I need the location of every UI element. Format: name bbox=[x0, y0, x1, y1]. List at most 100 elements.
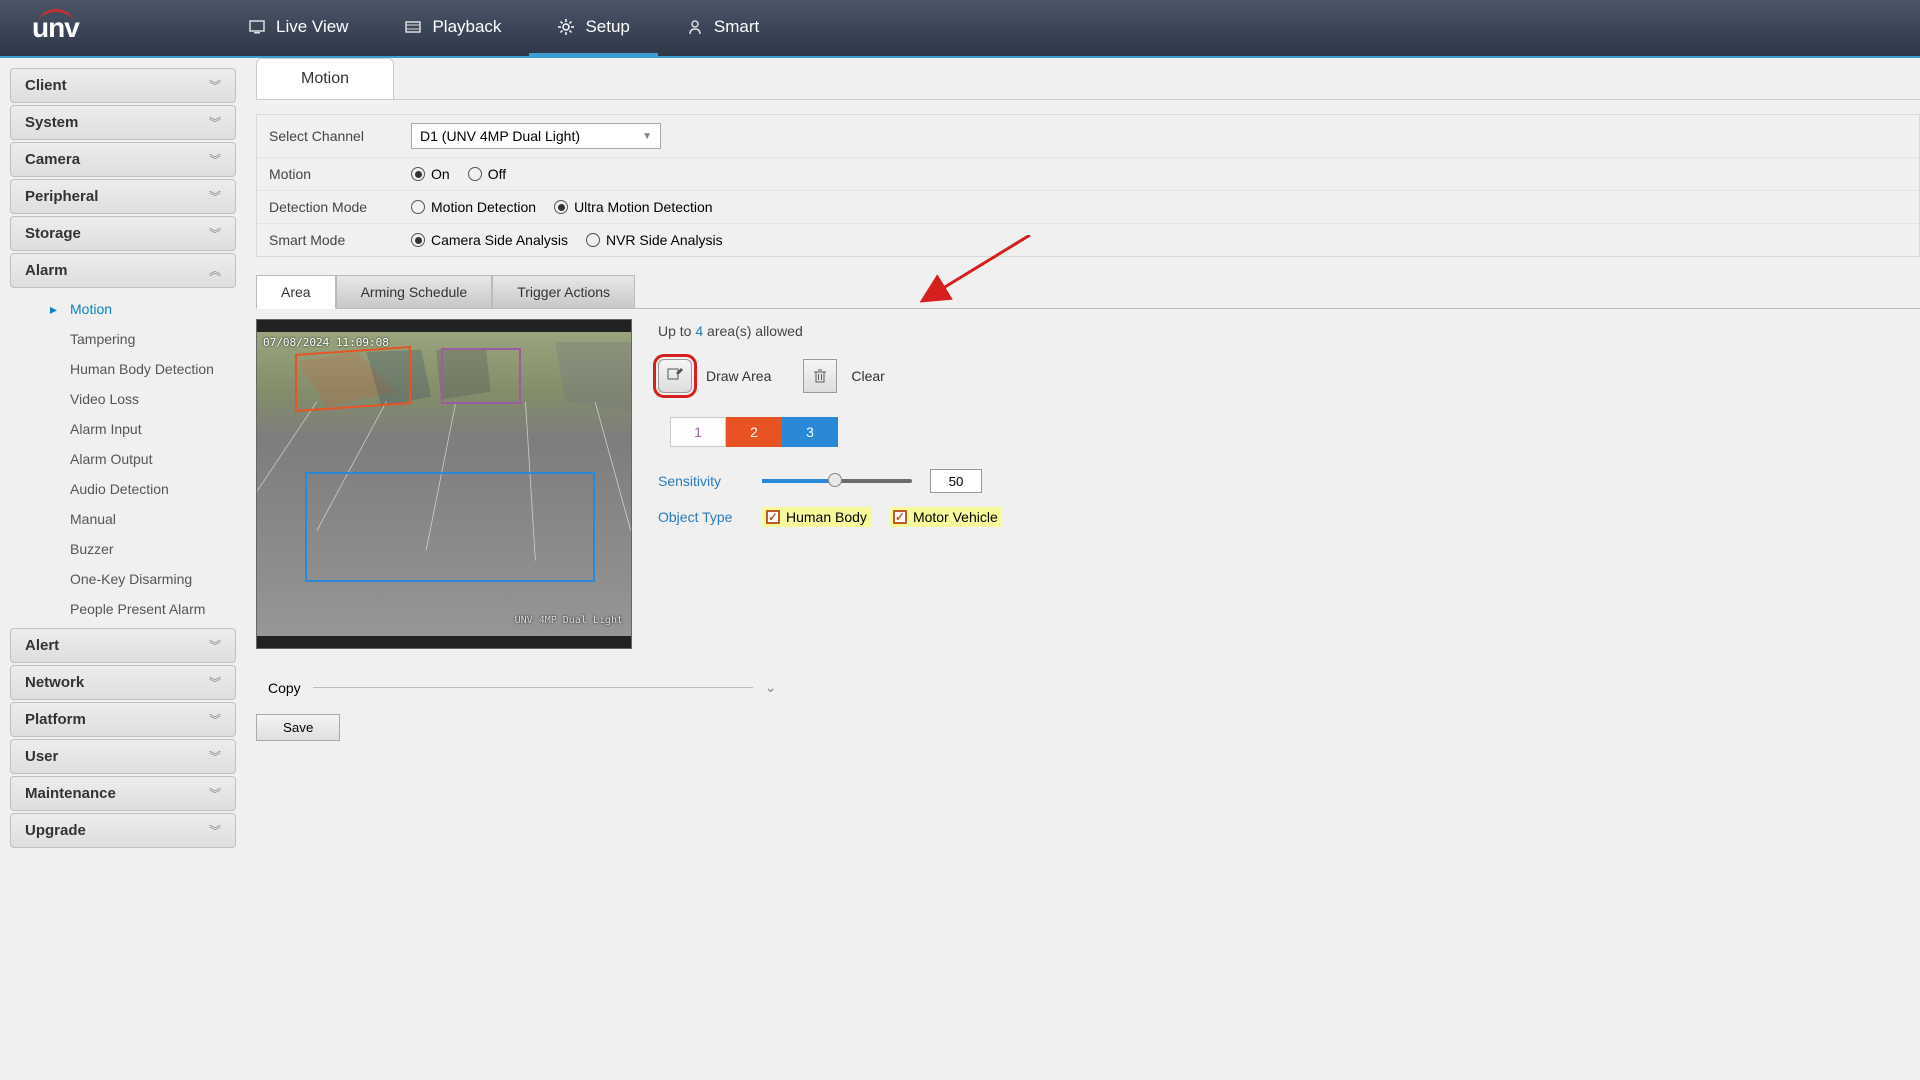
sub-tabs: Area Arming Schedule Trigger Actions bbox=[256, 275, 1920, 309]
tab-arming-schedule[interactable]: Arming Schedule bbox=[336, 275, 493, 309]
preview-image bbox=[257, 332, 631, 636]
sidebar-group-storage[interactable]: Storage︾ bbox=[10, 216, 236, 251]
area-panel: 07/08/2024 11:09:08 UNV 4MP Dual Light U… bbox=[256, 319, 1920, 649]
radio-dot-icon bbox=[468, 167, 482, 181]
area-number-tabs: 1 2 3 bbox=[670, 417, 1002, 447]
sidebar-group-title: Storage bbox=[25, 225, 81, 242]
row-select-channel: Select Channel D1 (UNV 4MP Dual Light) ▼ bbox=[257, 115, 1919, 158]
row-detection-mode: Detection Mode Motion Detection Ultra Mo… bbox=[257, 191, 1919, 224]
sidebar-group-title: Upgrade bbox=[25, 822, 86, 839]
sidebar-group-user[interactable]: User︾ bbox=[10, 739, 236, 774]
radio-dot-icon bbox=[411, 233, 425, 247]
sidebar-item-manual[interactable]: Manual bbox=[10, 504, 236, 534]
pencil-icon bbox=[666, 367, 684, 385]
sidebar-item-video-loss[interactable]: Video Loss bbox=[10, 384, 236, 414]
chevron-down-icon: ︾ bbox=[209, 188, 221, 205]
draw-area-button[interactable] bbox=[658, 359, 692, 393]
sidebar-item-alarm-input[interactable]: Alarm Input bbox=[10, 414, 236, 444]
nav-smart[interactable]: Smart bbox=[658, 0, 787, 56]
sidebar-item-alarm-output[interactable]: Alarm Output bbox=[10, 444, 236, 474]
select-channel-label: Select Channel bbox=[269, 128, 411, 144]
smart-mode-label: Smart Mode bbox=[269, 232, 411, 248]
row-motion: Motion On Off bbox=[257, 158, 1919, 191]
checkbox-motor-vehicle[interactable] bbox=[893, 510, 907, 524]
save-button[interactable]: Save bbox=[256, 714, 340, 741]
area-tab-2[interactable]: 2 bbox=[726, 417, 782, 447]
sidebar-group-system[interactable]: System︾ bbox=[10, 105, 236, 140]
nav-live-view[interactable]: Live View bbox=[220, 0, 376, 56]
page-tab-motion[interactable]: Motion bbox=[256, 58, 394, 99]
sidebar-item-one-key-disarming[interactable]: One-Key Disarming bbox=[10, 564, 236, 594]
page-tab-bar: Motion bbox=[256, 58, 1920, 100]
area-tab-1[interactable]: 1 bbox=[670, 417, 726, 447]
sidebar-item-motion[interactable]: Motion bbox=[10, 294, 236, 324]
sensitivity-slider[interactable] bbox=[762, 479, 912, 483]
sidebar-group-upgrade[interactable]: Upgrade︾ bbox=[10, 813, 236, 848]
tab-area[interactable]: Area bbox=[256, 275, 336, 309]
sidebar-group-title: Peripheral bbox=[25, 188, 98, 205]
sidebar-item-human-body-detection[interactable]: Human Body Detection bbox=[10, 354, 236, 384]
radio-ultra-motion-detection[interactable]: Ultra Motion Detection bbox=[554, 199, 713, 215]
sidebar-group-platform[interactable]: Platform︾ bbox=[10, 702, 236, 737]
radio-camera-side[interactable]: Camera Side Analysis bbox=[411, 232, 568, 248]
slider-thumb[interactable] bbox=[828, 473, 842, 487]
sidebar-group-title: Alarm bbox=[25, 262, 68, 279]
chevron-down-icon: ▼ bbox=[642, 131, 652, 142]
sensitivity-input[interactable] bbox=[930, 469, 982, 493]
sensitivity-label: Sensitivity bbox=[658, 473, 744, 489]
copy-label: Copy bbox=[268, 680, 301, 696]
radio-motion-detection[interactable]: Motion Detection bbox=[411, 199, 536, 215]
checkbox-human-body[interactable] bbox=[766, 510, 780, 524]
slider-fill bbox=[762, 479, 831, 483]
trash-icon bbox=[812, 368, 828, 384]
preview-timestamp: 07/08/2024 11:09:08 bbox=[263, 336, 389, 349]
detection-mode-label: Detection Mode bbox=[269, 199, 411, 215]
sidebar-group-client[interactable]: Client︾ bbox=[10, 68, 236, 103]
tab-trigger-actions[interactable]: Trigger Actions bbox=[492, 275, 635, 309]
radio-dot-icon bbox=[411, 200, 425, 214]
select-channel-dropdown[interactable]: D1 (UNV 4MP Dual Light) ▼ bbox=[411, 123, 661, 149]
brand-logo: unv bbox=[0, 0, 120, 57]
sidebar: Client︾System︾Camera︾Peripheral︾Storage︾… bbox=[0, 58, 246, 1080]
person-icon bbox=[686, 18, 704, 36]
sidebar-group-alert[interactable]: Alert︾ bbox=[10, 628, 236, 663]
sidebar-item-people-present-alarm[interactable]: People Present Alarm bbox=[10, 594, 236, 624]
sidebar-group-maintenance[interactable]: Maintenance︾ bbox=[10, 776, 236, 811]
clear-button[interactable] bbox=[803, 359, 837, 393]
radio-dot-icon bbox=[586, 233, 600, 247]
sidebar-group-title: User bbox=[25, 748, 58, 765]
radio-motion-off[interactable]: Off bbox=[468, 166, 506, 182]
checkbox-label: Human Body bbox=[786, 509, 867, 525]
row-smart-mode: Smart Mode Camera Side Analysis NVR Side… bbox=[257, 224, 1919, 256]
nav-label: Smart bbox=[714, 17, 759, 37]
clear-label: Clear bbox=[851, 368, 884, 384]
motion-label: Motion bbox=[269, 166, 411, 182]
nav-label: Live View bbox=[276, 17, 348, 37]
sidebar-group-peripheral[interactable]: Peripheral ︾ bbox=[10, 179, 236, 214]
sidebar-group-network[interactable]: Network︾ bbox=[10, 665, 236, 700]
sidebar-group-title: Network bbox=[25, 674, 84, 691]
area-tab-3[interactable]: 3 bbox=[782, 417, 838, 447]
chevron-down-icon[interactable]: ⌄ bbox=[765, 679, 777, 696]
areas-allowed-text: Up to 4 area(s) allowed bbox=[658, 323, 1002, 339]
top-header: unv Live View Playback Setup Smart bbox=[0, 0, 1920, 58]
radio-nvr-side[interactable]: NVR Side Analysis bbox=[586, 232, 723, 248]
sidebar-group-camera[interactable]: Camera︾ bbox=[10, 142, 236, 177]
preview-overlay bbox=[257, 332, 631, 636]
sidebar-item-buzzer[interactable]: Buzzer bbox=[10, 534, 236, 564]
sidebar-item-tampering[interactable]: Tampering bbox=[10, 324, 236, 354]
radio-motion-on[interactable]: On bbox=[411, 166, 450, 182]
checkbox-label: Motor Vehicle bbox=[913, 509, 998, 525]
sensitivity-row: Sensitivity bbox=[658, 469, 1002, 493]
chevron-down-icon: ︾ bbox=[209, 151, 221, 168]
chevron-down-icon: ︾ bbox=[209, 785, 221, 802]
nav-label: Setup bbox=[585, 17, 629, 37]
nav-playback[interactable]: Playback bbox=[376, 0, 529, 56]
chevron-down-icon: ︾ bbox=[209, 77, 221, 94]
sidebar-item-audio-detection[interactable]: Audio Detection bbox=[10, 474, 236, 504]
area-controls: Up to 4 area(s) allowed Draw Area Clear … bbox=[658, 319, 1002, 649]
nav-setup[interactable]: Setup bbox=[529, 0, 657, 56]
camera-preview[interactable]: 07/08/2024 11:09:08 UNV 4MP Dual Light bbox=[256, 319, 632, 649]
top-nav: Live View Playback Setup Smart bbox=[220, 0, 787, 56]
sidebar-group-alarm[interactable]: Alarm︽ bbox=[10, 253, 236, 288]
